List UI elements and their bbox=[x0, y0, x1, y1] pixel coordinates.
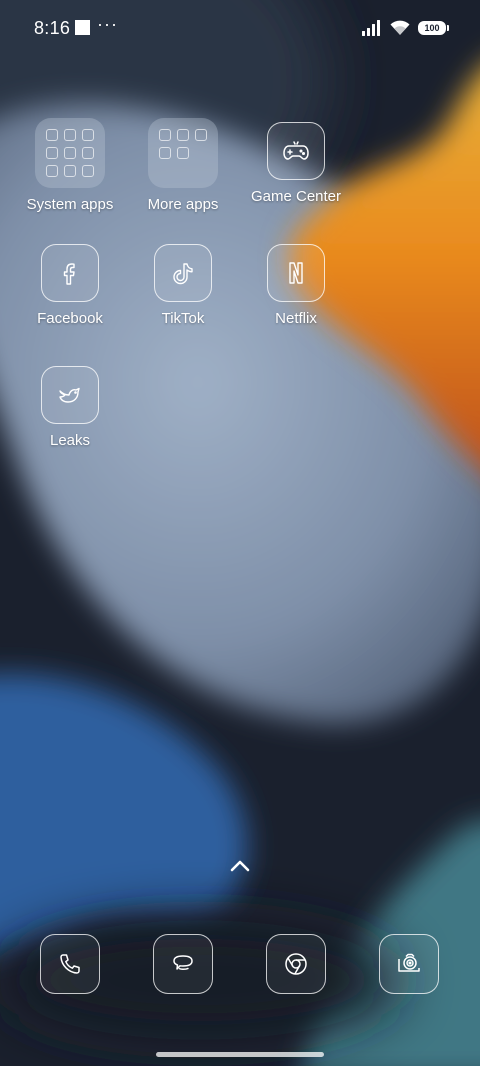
notification-square-icon bbox=[75, 20, 90, 35]
app-label: Netflix bbox=[275, 310, 317, 327]
app-label: Facebook bbox=[37, 310, 103, 327]
app-label: TikTok bbox=[161, 310, 205, 327]
app-system-apps-folder[interactable]: System apps bbox=[15, 118, 125, 213]
app-label: Leaks bbox=[49, 432, 91, 449]
wifi-icon bbox=[390, 20, 410, 35]
dock-phone[interactable] bbox=[40, 934, 100, 994]
signal-icon bbox=[362, 20, 380, 36]
app-label: Game Center bbox=[250, 188, 342, 205]
dock bbox=[0, 934, 480, 998]
home-screen: 8:16 ··· 100 System apps More apps Game … bbox=[0, 0, 480, 1066]
camera-icon bbox=[398, 953, 420, 972]
dock-messages[interactable] bbox=[153, 934, 213, 994]
app-label: More apps bbox=[147, 196, 219, 213]
status-time: 8:16 bbox=[34, 18, 71, 38]
chrome-icon bbox=[285, 953, 307, 975]
messages-icon bbox=[173, 955, 193, 971]
app-game-center[interactable]: Game Center bbox=[241, 122, 351, 205]
more-notifications-indicator: ··· bbox=[97, 14, 118, 34]
app-facebook[interactable]: Facebook bbox=[15, 244, 125, 327]
app-more-apps-folder[interactable]: More apps bbox=[128, 118, 238, 213]
gamepad-icon bbox=[267, 122, 325, 180]
app-netflix[interactable]: Netflix bbox=[241, 244, 351, 327]
home-indicator[interactable] bbox=[156, 1052, 324, 1057]
status-bar: 8:16 ··· 100 bbox=[0, 0, 480, 56]
app-tiktok[interactable]: TikTok bbox=[128, 244, 238, 327]
bird-icon bbox=[41, 366, 99, 424]
app-label: System apps bbox=[26, 196, 114, 213]
folder-icon bbox=[35, 118, 105, 188]
phone-icon bbox=[60, 954, 80, 974]
tiktok-icon bbox=[154, 244, 212, 302]
facebook-icon bbox=[41, 244, 99, 302]
status-icons: 100 bbox=[362, 18, 449, 38]
folder-icon bbox=[148, 118, 218, 188]
chevron-up-icon[interactable] bbox=[228, 858, 252, 874]
battery-icon: 100 bbox=[418, 21, 449, 35]
netflix-icon bbox=[267, 244, 325, 302]
dock-camera[interactable] bbox=[379, 934, 439, 994]
dock-chrome[interactable] bbox=[266, 934, 326, 994]
app-leaks[interactable]: Leaks bbox=[15, 366, 125, 449]
